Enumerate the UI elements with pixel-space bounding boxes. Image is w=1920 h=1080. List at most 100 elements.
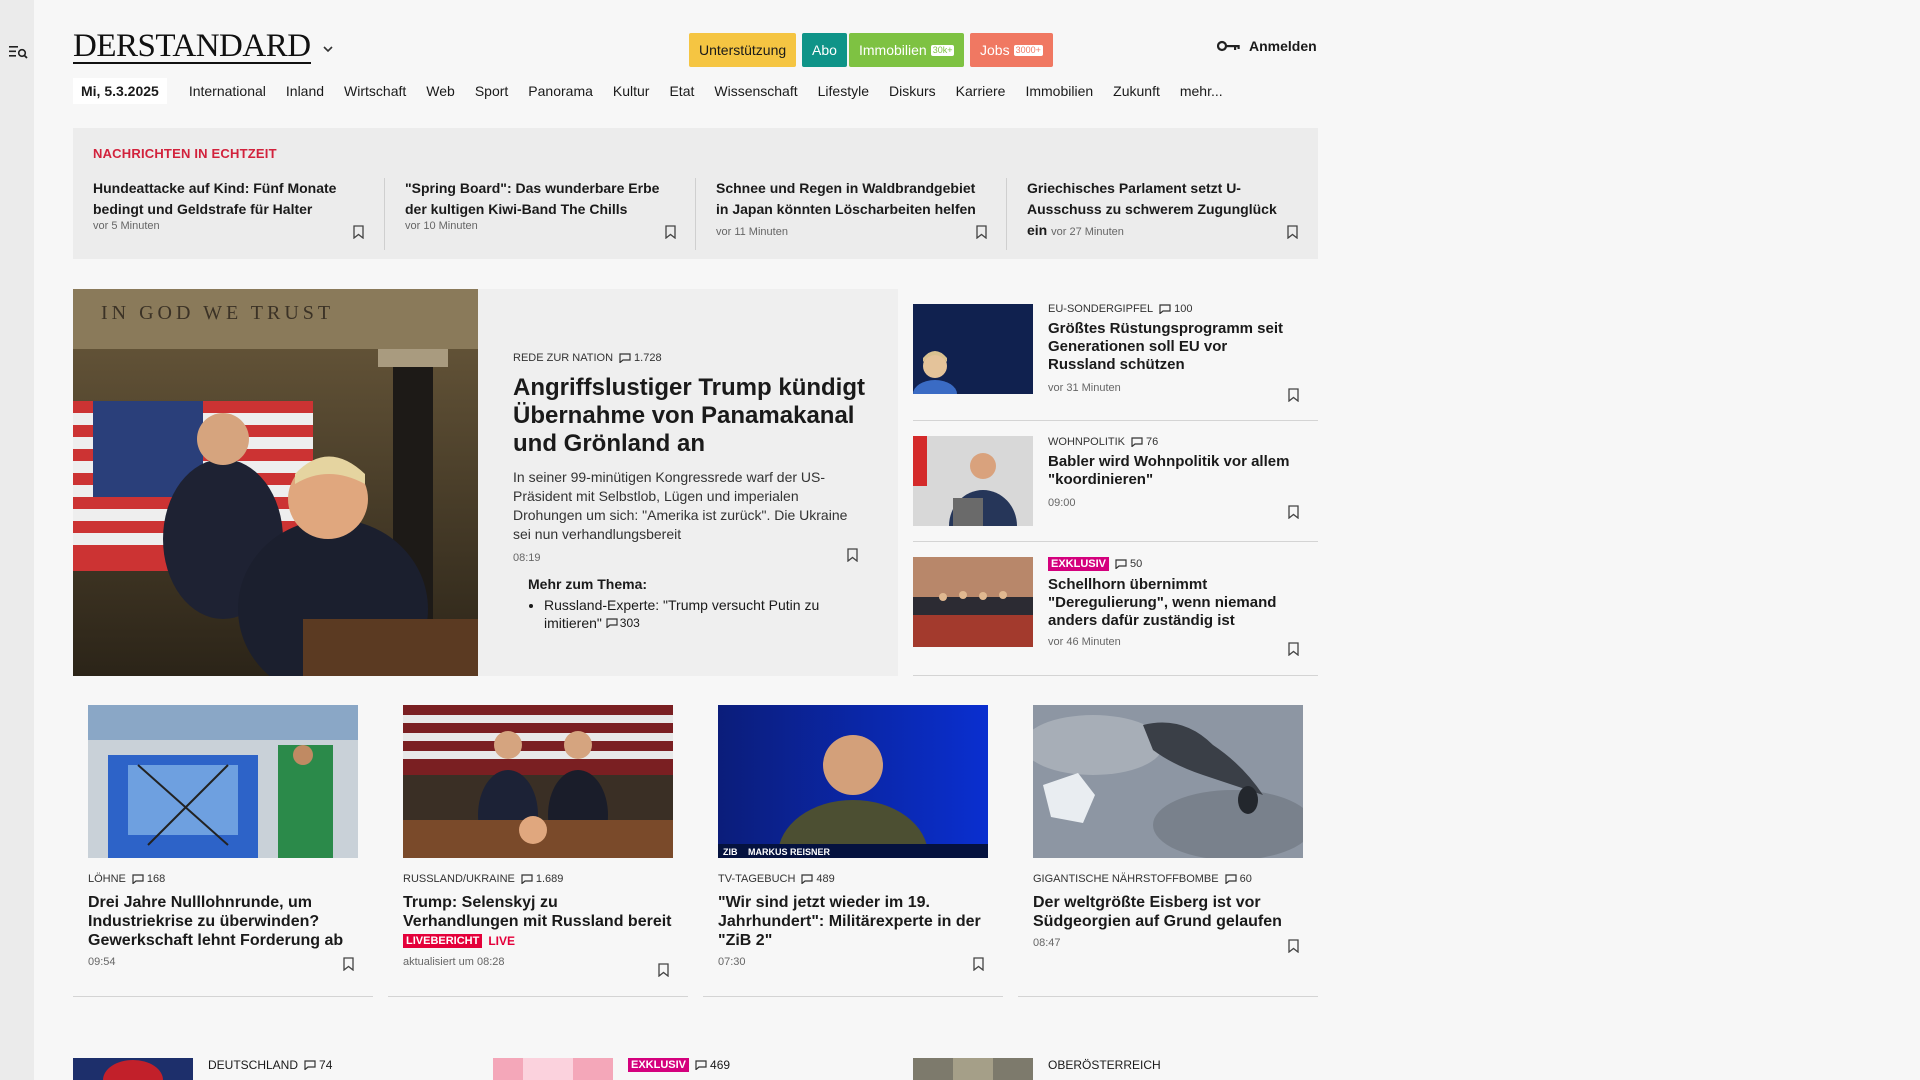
- nav-item-lifestyle[interactable]: Lifestyle: [818, 83, 869, 99]
- comment-icon: [606, 618, 618, 628]
- nav-item-sport[interactable]: Sport: [475, 83, 508, 99]
- story-image[interactable]: [403, 705, 673, 858]
- support-button[interactable]: Unterstützung: [689, 33, 797, 67]
- story-kicker-label[interactable]: TV-TAGEBUCH: [718, 873, 795, 885]
- comment-count[interactable]: 76: [1131, 436, 1158, 448]
- nav-item-panorama[interactable]: Panorama: [528, 83, 593, 99]
- story-kicker-label[interactable]: RUSSLAND/UKRAINE: [403, 873, 515, 885]
- story-title[interactable]: Babler wird Wohnpolitik vor allem "koord…: [1048, 453, 1298, 489]
- ticker-item-title[interactable]: "Spring Board": Das wunderbare Erbe der …: [405, 178, 675, 220]
- login-button[interactable]: Anmelden: [1217, 38, 1317, 54]
- bookmark-icon[interactable]: [973, 957, 984, 971]
- bookmark-icon[interactable]: [658, 963, 669, 977]
- comment-icon: [132, 874, 144, 884]
- immobilien-promo-button[interactable]: Immobilien 30k+: [849, 33, 965, 67]
- ticker-item-time: vor 5 Minuten: [93, 220, 160, 232]
- chevron-down-icon[interactable]: [321, 42, 335, 56]
- nav-item-etat[interactable]: Etat: [669, 83, 694, 99]
- jobs-promo-button[interactable]: Jobs 3000+: [970, 33, 1053, 67]
- story-title[interactable]: Drei Jahre Nulllohnrunde, um Industriekr…: [88, 893, 358, 950]
- story-title[interactable]: "Wir sind jetzt wieder im 19. Jahrhunder…: [718, 893, 988, 950]
- related-link[interactable]: Russland-Experte: "Trump versucht Putin …: [544, 596, 858, 632]
- bookmark-icon[interactable]: [1288, 388, 1299, 402]
- nav-item-immobilien[interactable]: Immobilien: [1025, 83, 1093, 99]
- story-kicker-label[interactable]: WOHNPOLITIK: [1048, 436, 1125, 448]
- nav-item-mehr[interactable]: mehr...: [1180, 83, 1223, 99]
- comment-count[interactable]: 1.728: [619, 352, 662, 364]
- story-image[interactable]: [1033, 705, 1303, 858]
- side-story[interactable]: EU-SONDERGIPFEL 100 Größtes Rüstungsprogr…: [913, 289, 1318, 421]
- ticker-item[interactable]: Schnee und Regen in Waldbrandgebiet in J…: [695, 178, 1006, 250]
- story-image[interactable]: [913, 1058, 1033, 1080]
- nav-item-wissenschaft[interactable]: Wissenschaft: [714, 83, 797, 99]
- comment-count[interactable]: 469: [695, 1058, 730, 1072]
- grid-story[interactable]: RUSSLAND/UKRAINE 1.689 Trump: Selenskyj z…: [388, 705, 688, 997]
- story-image[interactable]: ZIB MARKUS REISNER: [718, 705, 988, 858]
- ticker-item[interactable]: "Spring Board": Das wunderbare Erbe der …: [384, 178, 695, 250]
- bookmark-icon[interactable]: [847, 548, 858, 562]
- comment-icon: [619, 353, 631, 363]
- story-image[interactable]: [913, 436, 1033, 526]
- comment-count[interactable]: 168: [132, 873, 165, 885]
- bookmark-icon[interactable]: [1287, 225, 1298, 239]
- nav-item-international[interactable]: International: [189, 83, 266, 99]
- story-image[interactable]: [88, 705, 358, 858]
- ticker-item-title[interactable]: Schnee und Regen in Waldbrandgebiet in J…: [716, 178, 986, 243]
- nav-item-diskurs[interactable]: Diskurs: [889, 83, 936, 99]
- bookmark-icon[interactable]: [1288, 939, 1299, 953]
- comment-count-value: 1.728: [634, 352, 662, 364]
- hero-kicker-label[interactable]: REDE ZUR NATION: [513, 352, 613, 364]
- story-kicker-label[interactable]: OBERÖSTERREICH: [1048, 1058, 1161, 1072]
- hero-title[interactable]: Angriffslustiger Trump kündigt Übernahme…: [513, 374, 868, 458]
- side-story[interactable]: WOHNPOLITIK 76 Babler wird Wohnpolitik vo…: [913, 421, 1318, 542]
- bookmark-icon[interactable]: [343, 957, 354, 971]
- story-title[interactable]: Schellhorn übernimmt "Deregulierung", we…: [1048, 576, 1298, 630]
- hero-image[interactable]: IN GOD WE TRUST: [73, 289, 478, 676]
- story-kicker-label[interactable]: GIGANTISCHE NÄHRSTOFFBOMBE: [1033, 873, 1219, 885]
- support-label: Unterstützung: [699, 42, 787, 58]
- comment-count[interactable]: 303: [606, 614, 640, 632]
- ticker-item-title[interactable]: Hundeattacke auf Kind: Fünf Monate bedin…: [93, 178, 364, 220]
- comment-count[interactable]: 60: [1224, 873, 1252, 885]
- story-image[interactable]: [913, 557, 1033, 647]
- nav-item-wirtschaft[interactable]: Wirtschaft: [344, 83, 406, 99]
- ticker-item-title[interactable]: Griechisches Parlament setzt U-Ausschuss…: [1027, 178, 1297, 243]
- nav-item-web[interactable]: Web: [426, 83, 455, 99]
- story-title[interactable]: Trump: Selenskyj zu Verhandlungen mit Ru…: [403, 893, 673, 931]
- comment-count[interactable]: 489: [801, 873, 835, 885]
- bookmark-icon[interactable]: [1288, 642, 1299, 656]
- search-menu-icon[interactable]: [9, 44, 29, 60]
- grid-story[interactable]: GIGANTISCHE NÄHRSTOFFBOMBE 60 Der weltgrö…: [1018, 705, 1318, 997]
- grid-story[interactable]: LÖHNE 168 Drei Jahre Nulllohnrunde, um In…: [73, 705, 373, 997]
- ticker-item[interactable]: Griechisches Parlament setzt U-Ausschuss…: [1006, 178, 1317, 250]
- related-link-text: Russland-Experte: "Trump versucht Putin …: [544, 597, 820, 631]
- bookmark-icon[interactable]: [353, 225, 364, 239]
- site-logo[interactable]: DERSTANDARD: [73, 28, 311, 65]
- nav-item-karriere[interactable]: Karriere: [956, 83, 1006, 99]
- ticker-item-time: vor 11 Minuten: [716, 226, 788, 238]
- bookmark-icon[interactable]: [976, 225, 987, 239]
- hero-story[interactable]: IN GOD WE TRUST REDE ZUR NATION 1.728 An…: [73, 289, 898, 676]
- comment-count[interactable]: 74: [304, 1058, 332, 1072]
- story-kicker-label[interactable]: DEUTSCHLAND: [208, 1058, 298, 1072]
- comment-count[interactable]: 100: [1159, 303, 1193, 315]
- bookmark-icon[interactable]: [665, 225, 676, 239]
- story-image[interactable]: [493, 1058, 613, 1080]
- nav-item-inland[interactable]: Inland: [286, 83, 324, 99]
- story-title[interactable]: Größtes Rüstungsprogramm seit Generation…: [1048, 320, 1298, 374]
- comment-count[interactable]: 50: [1115, 558, 1142, 570]
- story-title[interactable]: Der weltgrößte Eisberg ist vor Südgeorgi…: [1033, 893, 1303, 931]
- side-story[interactable]: EXKLUSIV 50 Schellhorn übernimmt "Deregul…: [913, 542, 1318, 676]
- story-image[interactable]: [73, 1058, 193, 1080]
- story-image[interactable]: [913, 304, 1033, 394]
- comment-count[interactable]: 1.689: [521, 873, 563, 885]
- nav-item-zukunft[interactable]: Zukunft: [1113, 83, 1160, 99]
- bookmark-icon[interactable]: [1288, 505, 1299, 519]
- grid-story[interactable]: ZIB MARKUS REISNER TV-TAGEBUCH 489 "Wir si…: [703, 705, 1003, 997]
- story-kicker-label[interactable]: LÖHNE: [88, 873, 126, 885]
- main-nav: Mi, 5.3.2025 International Inland Wirtsc…: [73, 77, 1233, 105]
- story-kicker-label[interactable]: EU-SONDERGIPFEL: [1048, 303, 1153, 315]
- abo-button[interactable]: Abo: [802, 33, 847, 67]
- nav-item-kultur[interactable]: Kultur: [613, 83, 650, 99]
- ticker-item[interactable]: Hundeattacke auf Kind: Fünf Monate bedin…: [73, 178, 384, 250]
